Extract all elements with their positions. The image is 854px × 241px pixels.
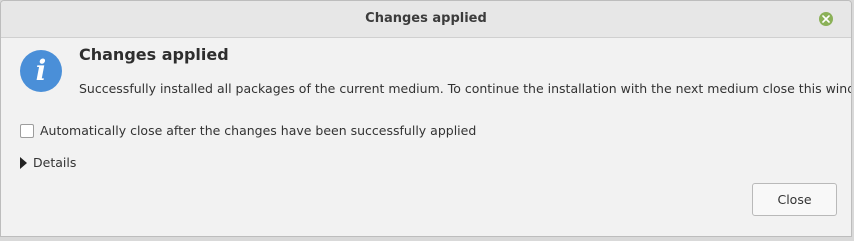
close-icon: [822, 15, 830, 23]
triangle-right-icon: [20, 156, 27, 169]
auto-close-checkbox[interactable]: [20, 123, 34, 138]
window-title: Changes applied: [365, 11, 487, 26]
info-icon: i: [20, 50, 62, 92]
details-expander[interactable]: Details: [20, 155, 76, 170]
dialog-window: Changes applied i Changes applied Succes…: [0, 0, 852, 237]
dialog-message: Successfully installed all packages of t…: [79, 81, 852, 96]
details-label: Details: [33, 155, 77, 170]
close-button[interactable]: Close: [752, 183, 837, 216]
dialog-heading: Changes applied: [79, 45, 229, 64]
auto-close-option[interactable]: Automatically close after the changes ha…: [20, 123, 476, 138]
titlebar: Changes applied: [1, 1, 851, 38]
window-close-button[interactable]: [819, 12, 833, 26]
auto-close-label: Automatically close after the changes ha…: [40, 123, 477, 138]
